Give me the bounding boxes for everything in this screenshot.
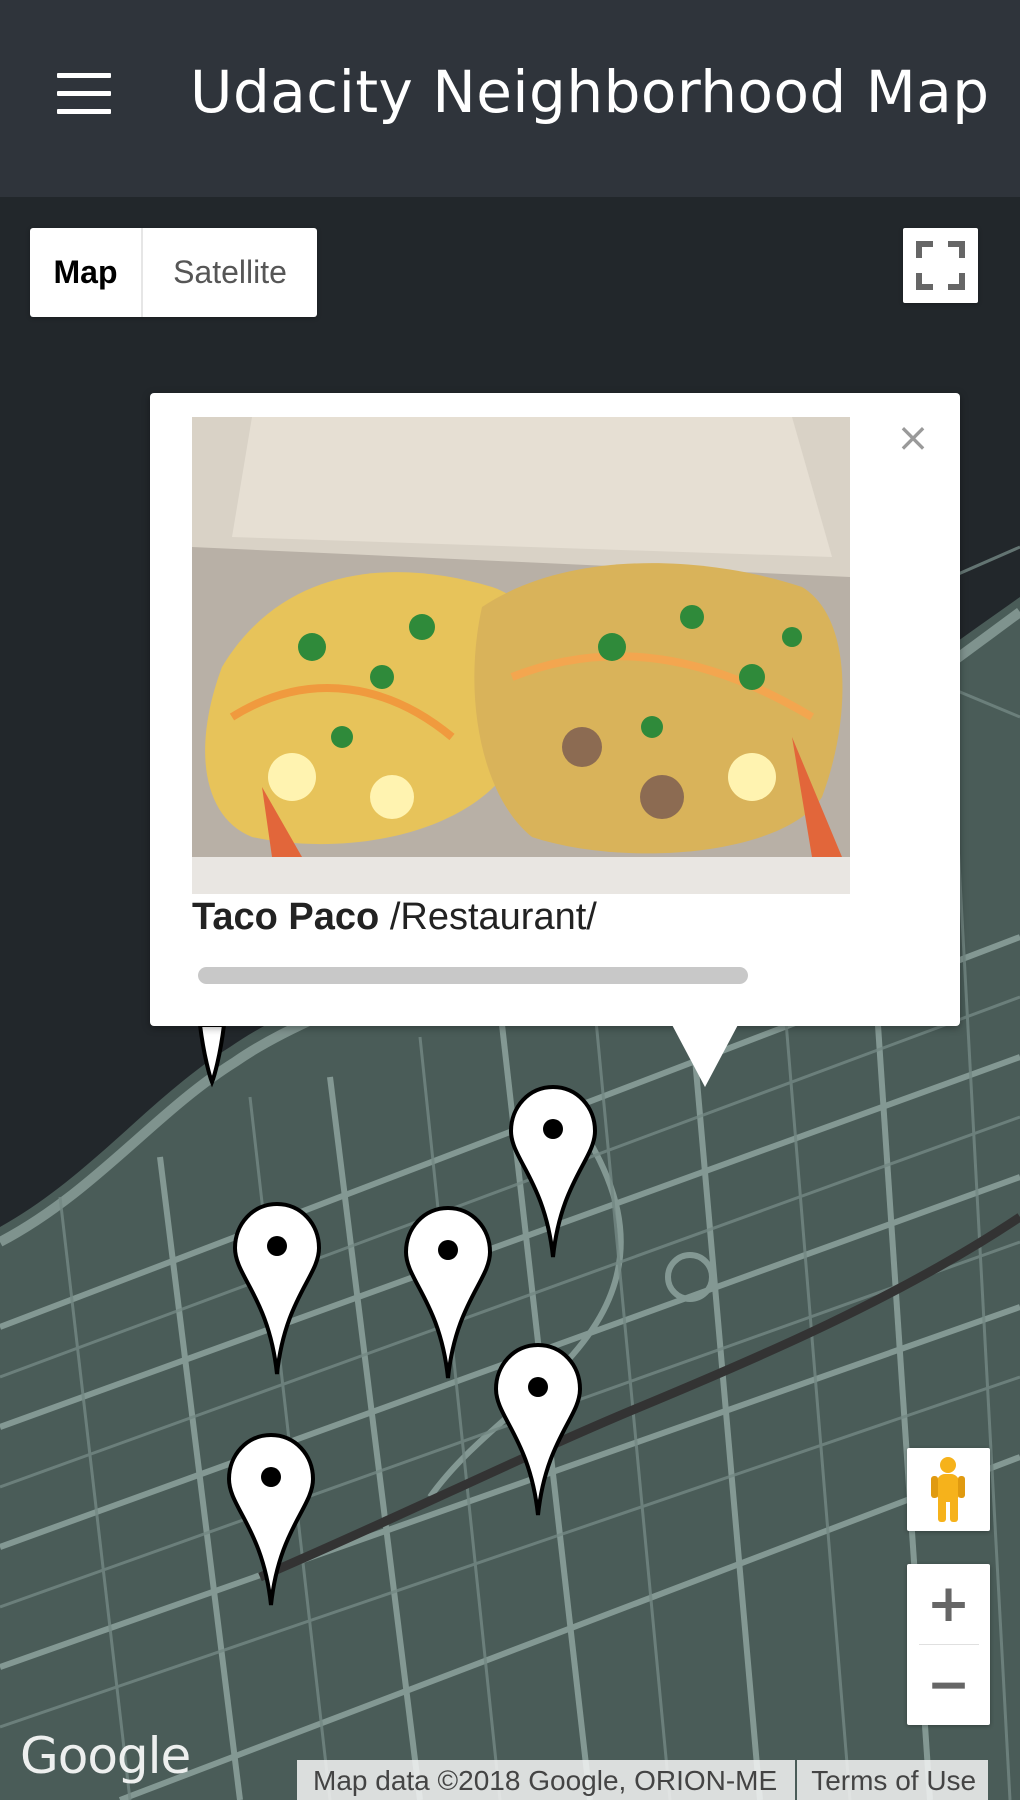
place-photo	[192, 417, 850, 894]
place-name: Taco Paco	[192, 896, 380, 938]
zoom-control: + −	[907, 1564, 990, 1725]
close-icon[interactable]: ×	[890, 415, 936, 461]
google-logo: Google	[20, 1727, 191, 1785]
zoom-out-button[interactable]: −	[907, 1645, 990, 1725]
map-canvas[interactable]: Map Satellite × Taco Paco /Restaurant/ +…	[0, 197, 1020, 1800]
zoom-in-button[interactable]: +	[907, 1564, 990, 1644]
hamburger-menu-icon[interactable]	[57, 73, 111, 114]
food-photo	[192, 417, 850, 894]
map-data-text: Map data ©2018 Google, ORION-ME	[297, 1760, 796, 1800]
street-view-button[interactable]	[907, 1448, 990, 1531]
place-title: Taco Paco /Restaurant/	[192, 896, 597, 939]
map-type-control: Map Satellite	[30, 228, 317, 317]
fullscreen-button[interactable]	[903, 228, 978, 303]
info-window: × Taco Paco /Restaurant/	[150, 393, 960, 1087]
info-window-scrollbar[interactable]	[198, 967, 748, 984]
info-window-pointer	[670, 1021, 740, 1087]
map-type-satellite-button[interactable]: Satellite	[143, 228, 317, 317]
map-type-map-button[interactable]: Map	[30, 228, 143, 317]
page-title: Udacity Neighborhood Map	[190, 58, 990, 126]
place-type: /Restaurant/	[389, 896, 597, 938]
map-attribution: Map data ©2018 Google, ORION-ME Terms of…	[297, 1760, 989, 1800]
street-view-pegman-icon	[931, 1457, 965, 1522]
app-header: Udacity Neighborhood Map	[0, 0, 1020, 197]
fullscreen-icon	[916, 241, 965, 290]
terms-of-use-link[interactable]: Terms of Use	[797, 1760, 989, 1800]
